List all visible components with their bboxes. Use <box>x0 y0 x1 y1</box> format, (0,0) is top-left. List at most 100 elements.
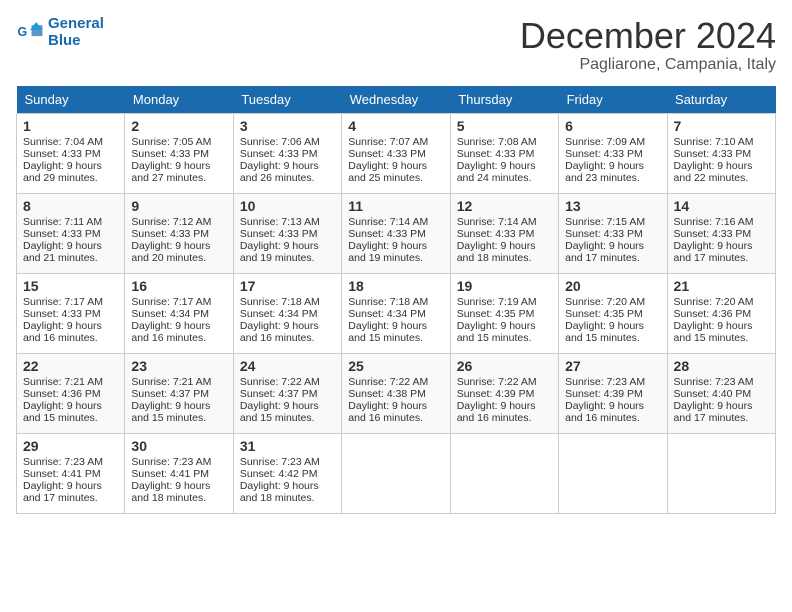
sunset-text: Sunset: 4:34 PM <box>348 308 426 320</box>
sunset-text: Sunset: 4:35 PM <box>457 308 535 320</box>
calendar-week-2: 8Sunrise: 7:11 AMSunset: 4:33 PMDaylight… <box>17 193 776 273</box>
day-number: 29 <box>23 438 118 454</box>
sunset-text: Sunset: 4:33 PM <box>348 148 426 160</box>
sunrise-text: Sunrise: 7:10 AM <box>674 136 754 148</box>
daylight-text: Daylight: 9 hours and 17 minutes. <box>23 480 102 504</box>
calendar-cell: 6 Sunrise: 7:09 AMSunset: 4:33 PMDaylight… <box>559 113 667 193</box>
daylight-text: Daylight: 9 hours and 23 minutes. <box>565 160 644 184</box>
sunrise-text: Sunrise: 7:21 AM <box>23 376 103 388</box>
daylight-text: Daylight: 9 hours and 15 minutes. <box>131 400 210 424</box>
day-number: 20 <box>565 278 660 294</box>
sunrise-text: Sunrise: 7:20 AM <box>674 296 754 308</box>
sunrise-text: Sunrise: 7:22 AM <box>348 376 428 388</box>
calendar-cell: 31Sunrise: 7:23 AMSunset: 4:42 PMDayligh… <box>233 433 341 513</box>
sunrise-text: Sunrise: 7:21 AM <box>131 376 211 388</box>
calendar-cell <box>559 433 667 513</box>
sunrise-text: Sunrise: 7:08 AM <box>457 136 537 148</box>
day-number: 13 <box>565 198 660 214</box>
sunrise-text: Sunrise: 7:20 AM <box>565 296 645 308</box>
calendar-cell: 21Sunrise: 7:20 AMSunset: 4:36 PMDayligh… <box>667 273 775 353</box>
header-monday: Monday <box>125 86 233 114</box>
day-number: 24 <box>240 358 335 374</box>
sunrise-text: Sunrise: 7:09 AM <box>565 136 645 148</box>
logo: G General Blue <box>16 16 104 49</box>
calendar-cell: 10Sunrise: 7:13 AMSunset: 4:33 PMDayligh… <box>233 193 341 273</box>
sunrise-text: Sunrise: 7:17 AM <box>131 296 211 308</box>
daylight-text: Daylight: 9 hours and 15 minutes. <box>565 320 644 344</box>
calendar-cell: 7Sunrise: 7:10 AMSunset: 4:33 PMDaylight… <box>667 113 775 193</box>
daylight-text: Daylight: 9 hours and 26 minutes. <box>240 160 319 184</box>
calendar-cell: 23 Sunrise: 7:21 AMSunset: 4:37 PMDayligh… <box>125 353 233 433</box>
calendar-cell: 16Sunrise: 7:17 AMSunset: 4:34 PMDayligh… <box>125 273 233 353</box>
calendar-cell: 5Sunrise: 7:08 AMSunset: 4:33 PMDaylight… <box>450 113 558 193</box>
sunrise-text: Sunrise: 7:14 AM <box>457 216 537 228</box>
daylight-text: Daylight: 9 hours and 19 minutes. <box>348 240 427 264</box>
sunrise-text: Sunrise: 7:14 AM <box>348 216 428 228</box>
daylight-text: Daylight: 9 hours and 25 minutes. <box>348 160 427 184</box>
sunrise-text: Sunrise: 7:07 AM <box>348 136 428 148</box>
calendar-cell: 27Sunrise: 7:23 AMSunset: 4:39 PMDayligh… <box>559 353 667 433</box>
daylight-text: Daylight: 9 hours and 21 minutes. <box>23 240 102 264</box>
sunrise-text: Sunrise: 7:18 AM <box>348 296 428 308</box>
sunset-text: Sunset: 4:33 PM <box>565 228 643 240</box>
daylight-text: Daylight: 9 hours and 22 minutes. <box>674 160 753 184</box>
calendar-cell: 25Sunrise: 7:22 AMSunset: 4:38 PMDayligh… <box>342 353 450 433</box>
sunrise-text: Sunrise: 7:13 AM <box>240 216 320 228</box>
header-thursday: Thursday <box>450 86 558 114</box>
sunrise-text: Sunrise: 7:04 AM <box>23 136 103 148</box>
day-number: 16 <box>131 278 226 294</box>
header-friday: Friday <box>559 86 667 114</box>
daylight-text: Daylight: 9 hours and 15 minutes. <box>348 320 427 344</box>
daylight-text: Daylight: 9 hours and 29 minutes. <box>23 160 102 184</box>
calendar-cell: 14Sunrise: 7:16 AMSunset: 4:33 PMDayligh… <box>667 193 775 273</box>
day-number: 27 <box>565 358 660 374</box>
day-number: 14 <box>674 198 769 214</box>
sunrise-text: Sunrise: 7:23 AM <box>674 376 754 388</box>
day-number: 7 <box>674 118 769 134</box>
sunrise-text: Sunrise: 7:23 AM <box>131 456 211 468</box>
day-number: 10 <box>240 198 335 214</box>
sunset-text: Sunset: 4:33 PM <box>131 228 209 240</box>
calendar-cell: 29Sunrise: 7:23 AMSunset: 4:41 PMDayligh… <box>17 433 125 513</box>
day-number: 2 <box>131 118 226 134</box>
sunrise-text: Sunrise: 7:17 AM <box>23 296 103 308</box>
calendar-cell: 4Sunrise: 7:07 AMSunset: 4:33 PMDaylight… <box>342 113 450 193</box>
month-title: December 2024 <box>520 16 776 56</box>
sunset-text: Sunset: 4:37 PM <box>240 388 318 400</box>
daylight-text: Daylight: 9 hours and 18 minutes. <box>240 480 319 504</box>
sunset-text: Sunset: 4:33 PM <box>23 148 101 160</box>
calendar-cell: 13Sunrise: 7:15 AMSunset: 4:33 PMDayligh… <box>559 193 667 273</box>
calendar-cell: 8Sunrise: 7:11 AMSunset: 4:33 PMDaylight… <box>17 193 125 273</box>
sunrise-text: Sunrise: 7:12 AM <box>131 216 211 228</box>
sunset-text: Sunset: 4:40 PM <box>674 388 752 400</box>
calendar-cell: 24Sunrise: 7:22 AMSunset: 4:37 PMDayligh… <box>233 353 341 433</box>
logo-icon: G <box>16 19 44 47</box>
daylight-text: Daylight: 9 hours and 15 minutes. <box>457 320 536 344</box>
calendar-cell: 26Sunrise: 7:22 AMSunset: 4:39 PMDayligh… <box>450 353 558 433</box>
logo-text: General Blue <box>48 16 104 49</box>
sunset-text: Sunset: 4:37 PM <box>131 388 209 400</box>
day-number: 19 <box>457 278 552 294</box>
day-number: 5 <box>457 118 552 134</box>
calendar-week-1: 1Sunrise: 7:04 AMSunset: 4:33 PMDaylight… <box>17 113 776 193</box>
daylight-text: Daylight: 9 hours and 18 minutes. <box>131 480 210 504</box>
sunset-text: Sunset: 4:42 PM <box>240 468 318 480</box>
header-wednesday: Wednesday <box>342 86 450 114</box>
day-number: 15 <box>23 278 118 294</box>
daylight-text: Daylight: 9 hours and 17 minutes. <box>674 240 753 264</box>
daylight-text: Daylight: 9 hours and 24 minutes. <box>457 160 536 184</box>
day-number: 6 <box>565 118 660 134</box>
sunrise-text: Sunrise: 7:23 AM <box>240 456 320 468</box>
header-saturday: Saturday <box>667 86 775 114</box>
day-number: 23 <box>131 358 226 374</box>
day-number: 21 <box>674 278 769 294</box>
day-number: 8 <box>23 198 118 214</box>
sunset-text: Sunset: 4:33 PM <box>565 148 643 160</box>
calendar-cell: 19Sunrise: 7:19 AMSunset: 4:35 PMDayligh… <box>450 273 558 353</box>
calendar-cell: 1Sunrise: 7:04 AMSunset: 4:33 PMDaylight… <box>17 113 125 193</box>
daylight-text: Daylight: 9 hours and 27 minutes. <box>131 160 210 184</box>
sunset-text: Sunset: 4:36 PM <box>674 308 752 320</box>
day-number: 30 <box>131 438 226 454</box>
daylight-text: Daylight: 9 hours and 15 minutes. <box>23 400 102 424</box>
sunrise-text: Sunrise: 7:23 AM <box>565 376 645 388</box>
